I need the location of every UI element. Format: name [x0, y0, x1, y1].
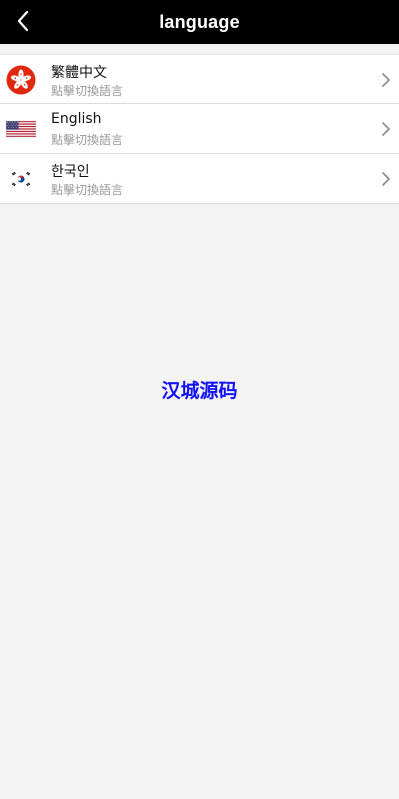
- language-item-ko[interactable]: 한국인 點擊切換語言: [0, 154, 399, 204]
- language-hint: 點擊切換語言: [51, 183, 124, 197]
- language-list: 繁體中文 點擊切換語言 English 點擊切換語言 한국인 點擊切換語言: [0, 54, 399, 204]
- language-name: 繁體中文: [51, 65, 107, 81]
- chevron-right-icon: [382, 122, 390, 136]
- chevron-right-icon: [382, 73, 390, 87]
- language-name: 한국인: [51, 164, 90, 180]
- korea-flag-icon: [9, 171, 33, 187]
- hong-kong-flag-icon: [6, 65, 36, 95]
- language-item-zh-hant[interactable]: 繁體中文 點擊切換語言: [0, 54, 399, 104]
- us-flag-icon: [6, 120, 36, 138]
- chevron-right-icon: [382, 172, 390, 186]
- language-item-en[interactable]: English 點擊切換語言: [0, 104, 399, 154]
- language-name: English: [51, 111, 102, 127]
- top-bar: language: [0, 0, 399, 44]
- page-title: language: [159, 12, 240, 32]
- language-hint: 點擊切換語言: [51, 133, 124, 147]
- watermark-text: 汉城源码: [161, 380, 238, 402]
- language-hint: 點擊切換語言: [51, 84, 124, 98]
